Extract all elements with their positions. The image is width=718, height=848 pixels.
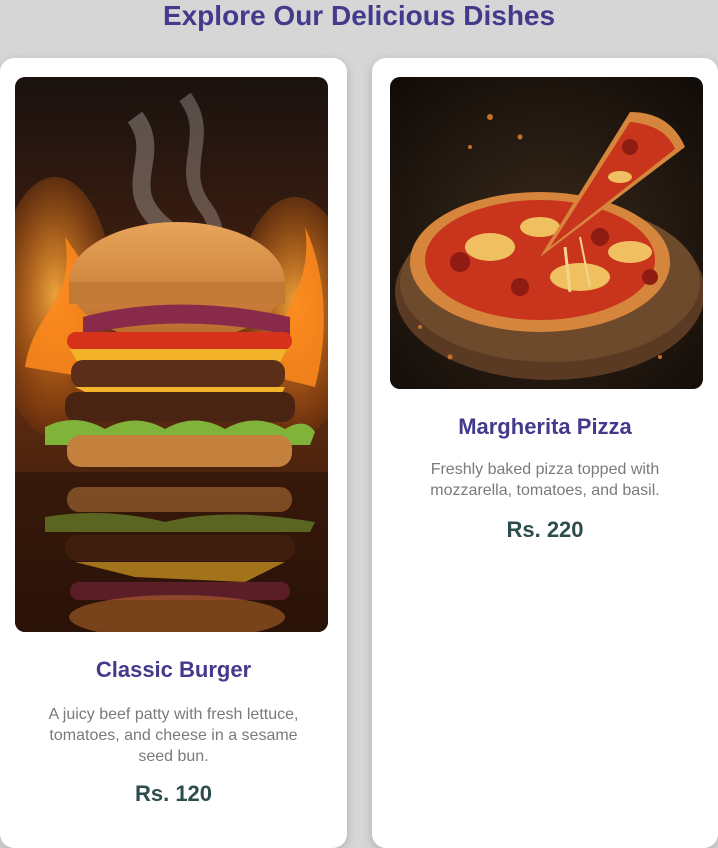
dish-card-margherita-pizza[interactable]: Margherita Pizza Freshly baked pizza top… xyxy=(372,58,718,848)
dish-card-classic-burger[interactable]: Classic Burger A juicy beef patty with f… xyxy=(0,58,347,848)
dish-name: Margherita Pizza xyxy=(458,414,632,439)
dish-price: Rs. 120 xyxy=(134,781,213,806)
page-title: Explore Our Delicious Dishes xyxy=(162,0,556,31)
pizza-image xyxy=(390,77,703,389)
dish-price: Rs. 220 xyxy=(506,517,584,542)
dish-description: A juicy beef patty with fresh lettuce, t… xyxy=(48,706,299,765)
dish-description: Freshly baked pizza topped with mozzarel… xyxy=(430,461,660,499)
burger-image xyxy=(15,77,328,632)
dish-name: Classic Burger xyxy=(95,657,252,682)
